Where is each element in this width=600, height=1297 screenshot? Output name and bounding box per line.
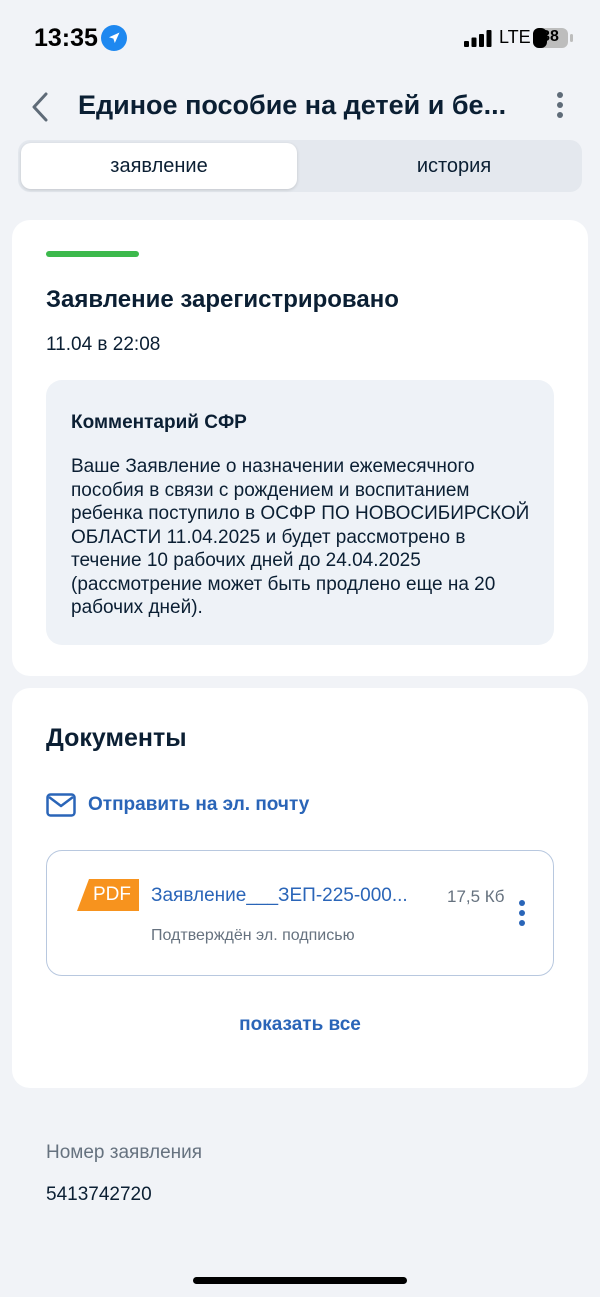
status-bar: 13:35 LTE 38 bbox=[0, 0, 600, 76]
document-name[interactable]: Заявление___ЗЕП-225-000... bbox=[151, 885, 433, 907]
application-number-label: Номер заявления bbox=[46, 1142, 203, 1163]
location-arrow-icon bbox=[101, 25, 127, 51]
home-indicator[interactable] bbox=[193, 1277, 407, 1284]
signal-bars-icon bbox=[464, 30, 492, 47]
document-size: 17,5 Кб bbox=[447, 887, 505, 906]
documents-title: Документы bbox=[46, 724, 187, 752]
chevron-left-icon[interactable] bbox=[28, 90, 54, 124]
navigation-bar: Единое пособие на детей и бе... bbox=[0, 80, 600, 136]
send-email-label: Отправить на эл. почту bbox=[88, 794, 310, 815]
page-title: Единое пособие на детей и бе... bbox=[78, 90, 507, 120]
documents-card: Документы Отправить на эл. почту PDF Зая… bbox=[12, 688, 588, 1088]
segmented-tabs: заявление история bbox=[18, 140, 582, 192]
status-progress-line bbox=[46, 251, 139, 257]
show-all-button[interactable]: показать все bbox=[12, 1014, 588, 1036]
comment-text: Ваше Заявление о назначении ежемесячного… bbox=[71, 456, 530, 618]
document-menu-icon[interactable] bbox=[515, 899, 529, 929]
tab-application[interactable]: заявление bbox=[21, 143, 297, 189]
battery-level: 38 bbox=[541, 28, 559, 45]
status-title: Заявление зарегистрировано bbox=[46, 286, 399, 313]
comment-title: Комментарий СФР bbox=[71, 412, 247, 433]
tab-history[interactable]: история bbox=[316, 143, 592, 189]
document-item[interactable]: PDF Заявление___ЗЕП-225-000... 17,5 Кб П… bbox=[46, 850, 554, 976]
vertical-dots-icon[interactable] bbox=[548, 90, 572, 124]
pdf-badge-label: PDF bbox=[93, 884, 131, 905]
status-card: Заявление зарегистрировано 11.04 в 22:08… bbox=[12, 220, 588, 676]
document-signature-status: Подтверждён эл. подписью bbox=[151, 927, 355, 944]
status-time: 13:35 bbox=[34, 24, 98, 52]
application-number-value: 5413742720 bbox=[46, 1184, 152, 1205]
comment-box: Комментарий СФР Ваше Заявление о назначе… bbox=[46, 380, 554, 645]
send-email-link[interactable]: Отправить на эл. почту bbox=[46, 790, 309, 820]
network-type: LTE bbox=[499, 27, 531, 47]
status-date: 11.04 в 22:08 bbox=[46, 334, 161, 355]
mail-icon bbox=[46, 793, 76, 817]
